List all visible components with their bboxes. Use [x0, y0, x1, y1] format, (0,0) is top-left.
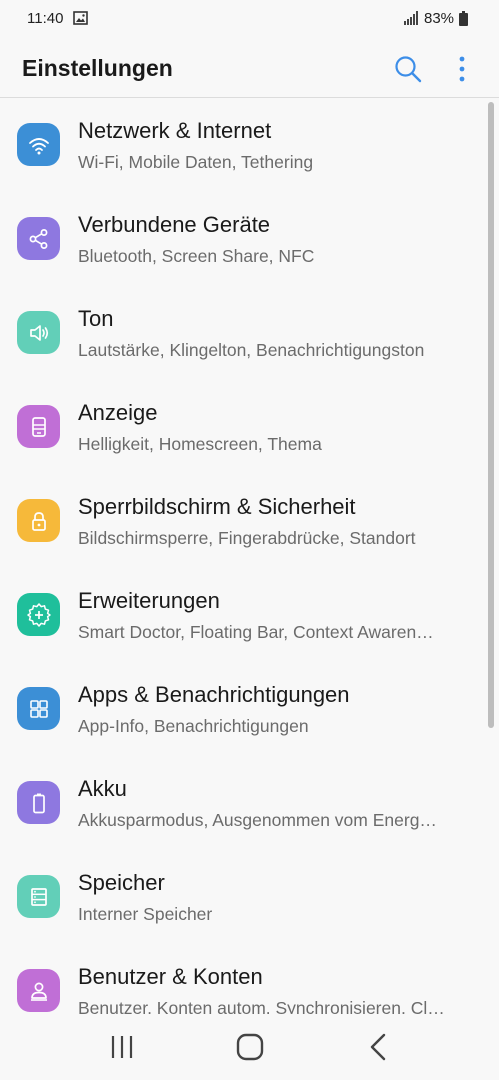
settings-item-title: Netzwerk & Internet: [78, 118, 272, 143]
settings-list: Netzwerk & Internet Wi-Fi, Mobile Daten,…: [0, 98, 499, 1014]
settings-item-subtitle: Akkusparmodus, Ausgenommen vom Energ…: [78, 810, 437, 830]
settings-item-subtitle: Smart Doctor, Floating Bar, Context Awar…: [78, 622, 434, 642]
app-bar: Einstellungen: [0, 38, 499, 98]
settings-item-title: Ton: [78, 306, 114, 331]
display-icon: [17, 405, 60, 448]
settings-item-subtitle: Interner Speicher: [78, 904, 213, 924]
user-icon: [17, 969, 60, 1012]
page-title: Einstellungen: [22, 55, 173, 81]
settings-item-storage[interactable]: Speicher Interner Speicher: [0, 850, 484, 944]
settings-item-battery[interactable]: Akku Akkusparmodus, Ausgenommen vom Ener…: [0, 756, 484, 850]
home-icon: [236, 1033, 264, 1061]
settings-item-title: Benutzer & Konten: [78, 964, 263, 989]
search-button[interactable]: [390, 51, 426, 87]
lock-icon: [17, 499, 60, 542]
battery-status-icon: [459, 11, 468, 31]
storage-icon: [17, 875, 60, 918]
status-time: 11:40: [27, 10, 64, 27]
home-button[interactable]: [232, 1030, 268, 1064]
more-vertical-icon: [459, 56, 465, 82]
settings-item-subtitle: Benutzer, Konten autom. Synchronisieren,…: [78, 998, 445, 1014]
search-icon: [395, 56, 422, 83]
settings-item-extensions[interactable]: Erweiterungen Smart Doctor, Floating Bar…: [0, 568, 484, 662]
more-options-button[interactable]: [450, 51, 474, 87]
back-chevron-icon: [370, 1033, 386, 1061]
gallery-notification-icon: [73, 11, 88, 30]
settings-item-title: Anzeige: [78, 400, 158, 425]
recent-apps-button[interactable]: [104, 1032, 140, 1062]
settings-item-title: Akku: [78, 776, 127, 801]
settings-item-subtitle: Bluetooth, Screen Share, NFC: [78, 246, 315, 266]
wifi-icon: [17, 123, 60, 166]
settings-item-subtitle: Bildschirmsperre, Fingerabdrücke, Stando…: [78, 528, 416, 548]
settings-item-display[interactable]: Anzeige Helligkeit, Homescreen, Thema: [0, 380, 484, 474]
settings-item-subtitle: Helligkeit, Homescreen, Thema: [78, 434, 322, 454]
settings-item-connected-devices[interactable]: Verbundene Geräte Bluetooth, Screen Shar…: [0, 192, 484, 286]
settings-item-subtitle: Wi-Fi, Mobile Daten, Tethering: [78, 152, 314, 172]
scrollbar[interactable]: [488, 102, 494, 728]
signal-icon: [404, 11, 420, 30]
share-icon: [17, 217, 60, 260]
battery-icon: [17, 781, 60, 824]
speaker-icon: [17, 311, 60, 354]
apps-grid-icon: [17, 687, 60, 730]
gear-plus-icon: [17, 593, 60, 636]
settings-item-subtitle: Lautstärke, Klingelton, Benachrichtigung…: [78, 340, 425, 360]
battery-percent: 83%: [424, 10, 455, 27]
settings-item-users[interactable]: Benutzer & Konten Benutzer, Konten autom…: [0, 944, 484, 1014]
navigation-bar: [0, 1014, 499, 1080]
settings-item-network[interactable]: Netzwerk & Internet Wi-Fi, Mobile Daten,…: [0, 98, 484, 192]
settings-item-title: Verbundene Geräte: [78, 212, 271, 237]
settings-item-title: Erweiterungen: [78, 588, 220, 613]
settings-item-sound[interactable]: Ton Lautstärke, Klingelton, Benachrichti…: [0, 286, 484, 380]
settings-item-title: Speicher: [78, 870, 165, 895]
back-button[interactable]: [360, 1030, 396, 1064]
settings-item-apps[interactable]: Apps & Benachrichtigungen App-Info, Bena…: [0, 662, 484, 756]
status-bar: 11:40 83%: [0, 0, 499, 38]
settings-item-subtitle: App-Info, Benachrichtigungen: [78, 716, 309, 736]
recents-icon: [111, 1036, 133, 1058]
settings-item-title: Sperrbildschirm & Sicherheit: [78, 494, 356, 519]
settings-item-title: Apps & Benachrichtigungen: [78, 682, 350, 707]
settings-item-lockscreen[interactable]: Sperrbildschirm & Sicherheit Bildschirms…: [0, 474, 484, 568]
